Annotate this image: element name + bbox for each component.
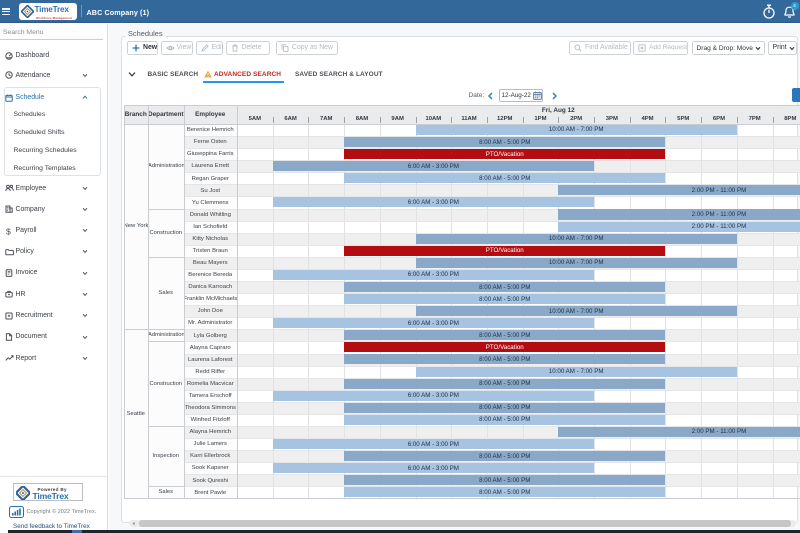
svg-text:$: $: [6, 227, 11, 236]
